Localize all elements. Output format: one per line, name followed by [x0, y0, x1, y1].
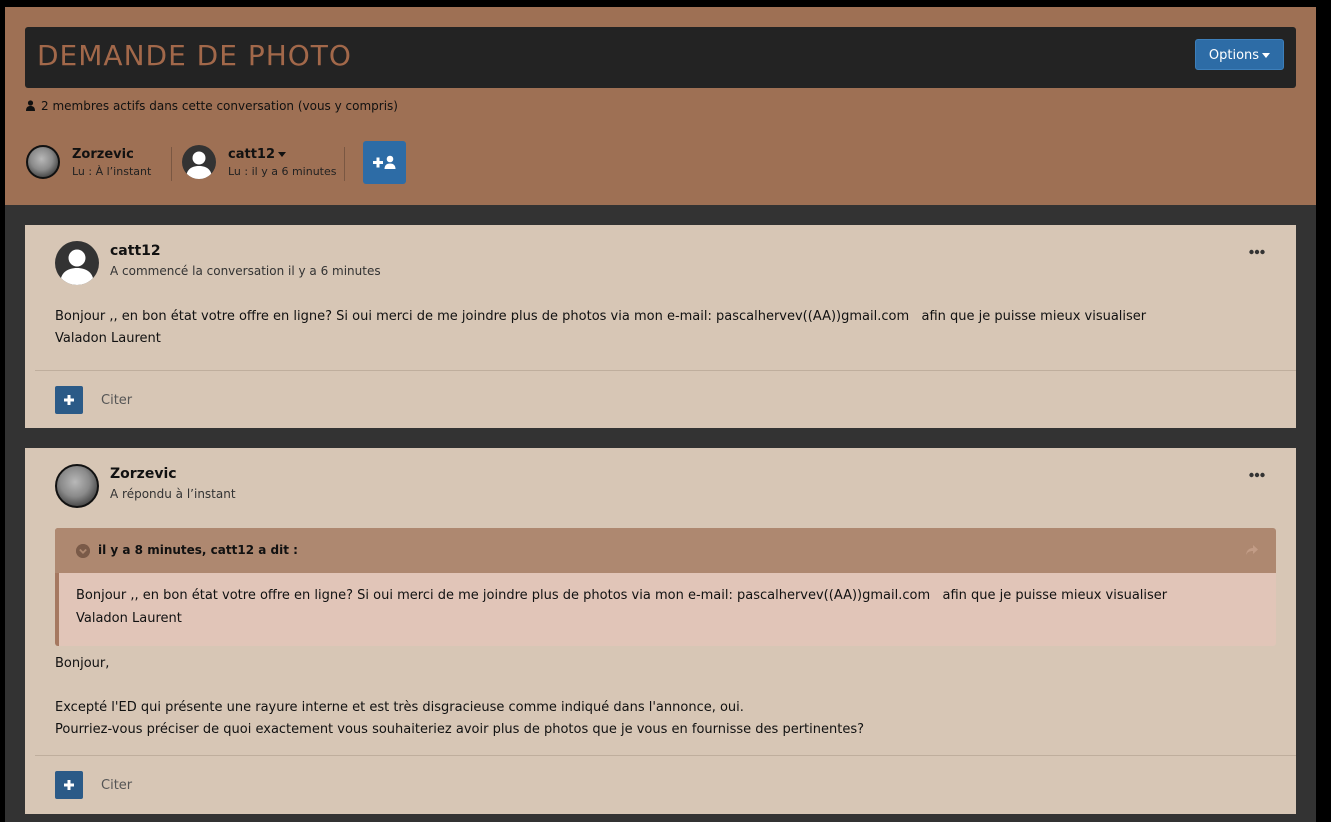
caret-down-icon [1262, 53, 1271, 58]
message-post: catt12 A commencé la conversation il y a… [25, 225, 1296, 428]
chevron-down-icon[interactable] [76, 544, 90, 558]
cite-link[interactable]: Citer [101, 393, 132, 408]
divider [35, 755, 1296, 756]
participant-zorzevic[interactable]: Zorzevic Lu : À l’instant [26, 145, 156, 185]
person-silhouette-icon [60, 249, 94, 285]
quote-block: il y a 8 minutes, catt12 a dit : Bonjour… [55, 528, 1276, 646]
participant-read-status: Lu : À l’instant [72, 165, 152, 178]
post-author[interactable]: Zorzevic [110, 466, 177, 482]
add-participant-button[interactable] [363, 141, 406, 184]
moon-avatar[interactable] [55, 464, 99, 508]
moon-avatar[interactable] [26, 145, 60, 179]
conversation-page: DEMANDE DE PHOTO Options 2 membres actif… [5, 7, 1316, 822]
page-title: DEMANDE DE PHOTO [37, 39, 352, 72]
caret-down-icon[interactable] [278, 152, 286, 157]
post-author[interactable]: catt12 [110, 243, 161, 259]
post-subtitle: A commencé la conversation il y a 6 minu… [110, 264, 381, 278]
person-silhouette-icon [186, 151, 212, 179]
active-members: 2 membres actifs dans cette conversation… [26, 99, 398, 113]
more-options-icon[interactable] [1249, 249, 1265, 255]
default-avatar[interactable] [55, 241, 99, 285]
post-body: Bonjour, Excepté l'ED qui présente une r… [55, 656, 865, 737]
separator [171, 147, 172, 181]
add-user-icon [373, 155, 396, 169]
message-post: Zorzevic A répondu à l’instant il y a 8 … [25, 448, 1296, 814]
options-button[interactable]: Options [1195, 39, 1284, 70]
participant-read-status: Lu : il y a 6 minutes [228, 165, 337, 178]
post-body: Bonjour ,, en bon état votre offre en li… [55, 309, 1147, 346]
multiquote-button[interactable] [55, 386, 83, 414]
options-label: Options [1208, 48, 1260, 63]
multiquote-button[interactable] [55, 771, 83, 799]
plus-icon [64, 395, 74, 405]
more-options-icon[interactable] [1249, 472, 1265, 478]
quote-attribution: il y a 8 minutes, catt12 a dit : [98, 543, 298, 557]
participant-catt12[interactable]: catt12 Lu : il y a 6 minutes [182, 145, 342, 185]
share-arrow-icon[interactable] [1245, 544, 1259, 556]
default-avatar[interactable] [182, 145, 216, 179]
cite-link[interactable]: Citer [101, 778, 132, 793]
user-icon [26, 100, 35, 111]
active-members-text: 2 membres actifs dans cette conversation… [41, 99, 398, 113]
quote-header[interactable]: il y a 8 minutes, catt12 a dit : [55, 528, 1276, 573]
plus-icon [64, 780, 74, 790]
separator [344, 147, 345, 181]
participant-name[interactable]: Zorzevic [72, 147, 134, 162]
quote-body: Bonjour ,, en bon état votre offre en li… [76, 588, 1168, 626]
participant-name-text[interactable]: catt12 [228, 147, 275, 162]
participant-name[interactable]: catt12 [228, 147, 286, 162]
post-subtitle: A répondu à l’instant [110, 487, 236, 501]
divider [35, 370, 1296, 371]
title-bar: DEMANDE DE PHOTO Options [25, 27, 1296, 88]
conversation-header: DEMANDE DE PHOTO Options 2 membres actif… [5, 7, 1316, 205]
